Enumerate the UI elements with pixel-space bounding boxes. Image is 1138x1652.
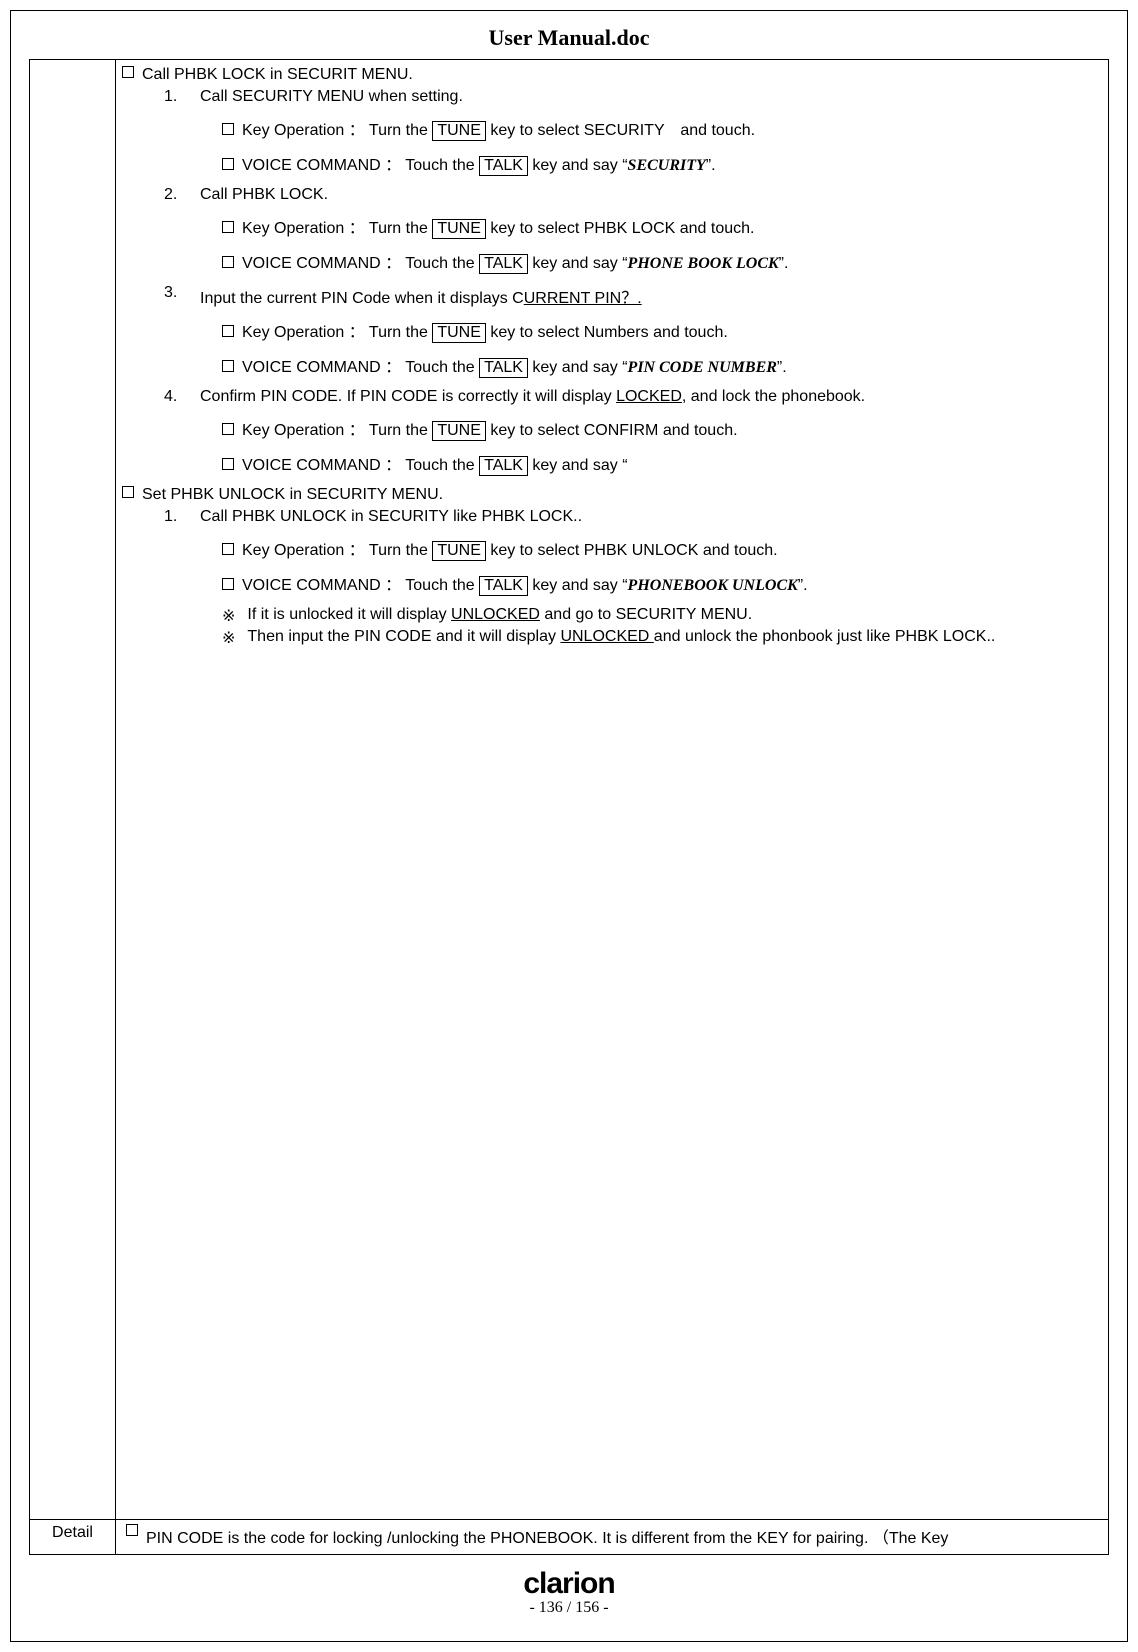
- voice-command: PIN CODE NUMBER: [628, 359, 777, 376]
- note-text: Then input the PIN CODE and it will disp…: [247, 628, 995, 648]
- voice-text: VOICE COMMAND ： Touch the TALK key and s…: [242, 571, 808, 596]
- voice-command: PHONE BOOK LOCK: [628, 255, 779, 272]
- detail-label-cell: Detail: [30, 1520, 116, 1555]
- left-margin-cell: [30, 60, 116, 1520]
- tune-key: TUNE: [432, 323, 486, 343]
- section2-heading: Set PHBK UNLOCK in SECURITY MENU.: [142, 486, 443, 504]
- step-number: 2.: [164, 186, 200, 204]
- step-4: 4. Confirm PIN CODE. If PIN CODE is corr…: [164, 388, 1098, 406]
- note-1: ※ If it is unlocked it will display UNLO…: [222, 606, 1098, 626]
- section1-heading: Call PHBK LOCK in SECURIT MENU.: [142, 66, 413, 84]
- step-text: Call SECURITY MENU when setting.: [200, 88, 463, 106]
- page-number: - 136 / 156 -: [11, 1599, 1127, 1617]
- section2-keyop: Key Operation ： Turn the TUNE key to sel…: [222, 536, 1098, 561]
- voice-command: PHONEBOOK UNLOCK: [628, 577, 798, 594]
- tune-key: TUNE: [432, 541, 486, 561]
- checkbox-icon: [222, 123, 234, 135]
- step1-keyop: Key Operation ： Turn the TUNE key to sel…: [222, 116, 1098, 141]
- step-number: 4.: [164, 388, 200, 406]
- step-number: 3.: [164, 284, 200, 308]
- step-number: 1.: [164, 88, 200, 106]
- main-content-cell: Call PHBK LOCK in SECURIT MENU. 1. Call …: [116, 60, 1109, 1520]
- checkbox-icon: [222, 458, 234, 470]
- checkbox-icon: [126, 1524, 138, 1536]
- step-3: 3. Input the current PIN Code when it di…: [164, 284, 1098, 308]
- checkbox-icon: [222, 158, 234, 170]
- step-text: Input the current PIN Code when it displ…: [200, 284, 642, 308]
- talk-key: TALK: [479, 456, 528, 476]
- page-frame: User Manual.doc Call PHBK LOCK in SECURI…: [10, 10, 1128, 1642]
- step4-keyop: Key Operation ： Turn the TUNE key to sel…: [222, 416, 1098, 441]
- step-text: Call PHBK UNLOCK in SECURITY like PHBK L…: [200, 508, 582, 526]
- note-mark-icon: ※: [222, 606, 235, 626]
- section2-heading-row: Set PHBK UNLOCK in SECURITY MENU.: [122, 486, 1098, 504]
- section2-step-1: 1. Call PHBK UNLOCK in SECURITY like PHB…: [164, 508, 1098, 526]
- step3-keyop: Key Operation ： Turn the TUNE key to sel…: [222, 318, 1098, 343]
- voice-text: VOICE COMMAND ： Touch the TALK key and s…: [242, 353, 787, 378]
- checkbox-icon: [222, 423, 234, 435]
- step1-voice: VOICE COMMAND ： Touch the TALK key and s…: [222, 151, 1098, 176]
- step-2: 2. Call PHBK LOCK.: [164, 186, 1098, 204]
- voice-text: VOICE COMMAND ： Touch the TALK key and s…: [242, 151, 716, 176]
- talk-key: TALK: [479, 254, 528, 274]
- clarion-logo: clarion: [11, 1567, 1127, 1601]
- note-text: If it is unlocked it will display UNLOCK…: [247, 606, 752, 626]
- checkbox-icon: [222, 543, 234, 555]
- checkbox-icon: [222, 256, 234, 268]
- checkbox-icon: [222, 360, 234, 372]
- step-text: Call PHBK LOCK.: [200, 186, 328, 204]
- note-2: ※ Then input the PIN CODE and it will di…: [222, 628, 1098, 648]
- talk-key: TALK: [479, 358, 528, 378]
- voice-text: VOICE COMMAND ： Touch the TALK key and s…: [242, 249, 788, 274]
- content-table: Call PHBK LOCK in SECURIT MENU. 1. Call …: [29, 59, 1109, 1555]
- voice-text: VOICE COMMAND ： Touch the TALK key and s…: [242, 451, 628, 476]
- step-1: 1. Call SECURITY MENU when setting.: [164, 88, 1098, 106]
- detail-content-cell: PIN CODE is the code for locking /unlock…: [116, 1520, 1109, 1555]
- checkbox-icon: [122, 486, 134, 498]
- detail-row: PIN CODE is the code for locking /unlock…: [126, 1524, 1098, 1548]
- document-title: User Manual.doc: [29, 25, 1109, 51]
- page-footer: clarion - 136 / 156 -: [11, 1567, 1127, 1617]
- tune-key: TUNE: [432, 121, 486, 141]
- step-text: Confirm PIN CODE. If PIN CODE is correct…: [200, 388, 865, 406]
- voice-command: SECURITY: [628, 157, 706, 174]
- detail-label: Detail: [52, 1524, 93, 1541]
- checkbox-icon: [122, 66, 134, 78]
- step4-voice: VOICE COMMAND ： Touch the TALK key and s…: [222, 451, 1098, 476]
- keyop-text: Key Operation ： Turn the TUNE key to sel…: [242, 536, 778, 561]
- step3-voice: VOICE COMMAND ： Touch the TALK key and s…: [222, 353, 1098, 378]
- step-number: 1.: [164, 508, 200, 526]
- tune-key: TUNE: [432, 421, 486, 441]
- checkbox-icon: [222, 221, 234, 233]
- keyop-text: Key Operation ： Turn the TUNE key to sel…: [242, 416, 738, 441]
- keyop-text: Key Operation ： Turn the TUNE key to sel…: [242, 318, 728, 343]
- talk-key: TALK: [479, 576, 528, 596]
- keyop-text: Key Operation ： Turn the TUNE key to sel…: [242, 214, 754, 239]
- note-mark-icon: ※: [222, 628, 235, 648]
- step2-voice: VOICE COMMAND ： Touch the TALK key and s…: [222, 249, 1098, 274]
- tune-key: TUNE: [432, 219, 486, 239]
- section2-voice: VOICE COMMAND ： Touch the TALK key and s…: [222, 571, 1098, 596]
- checkbox-icon: [222, 578, 234, 590]
- step2-keyop: Key Operation ： Turn the TUNE key to sel…: [222, 214, 1098, 239]
- detail-text: PIN CODE is the code for locking /unlock…: [146, 1524, 1098, 1548]
- talk-key: TALK: [479, 156, 528, 176]
- checkbox-icon: [222, 325, 234, 337]
- section1-heading-row: Call PHBK LOCK in SECURIT MENU.: [122, 66, 1098, 84]
- keyop-text: Key Operation ： Turn the TUNE key to sel…: [242, 116, 755, 141]
